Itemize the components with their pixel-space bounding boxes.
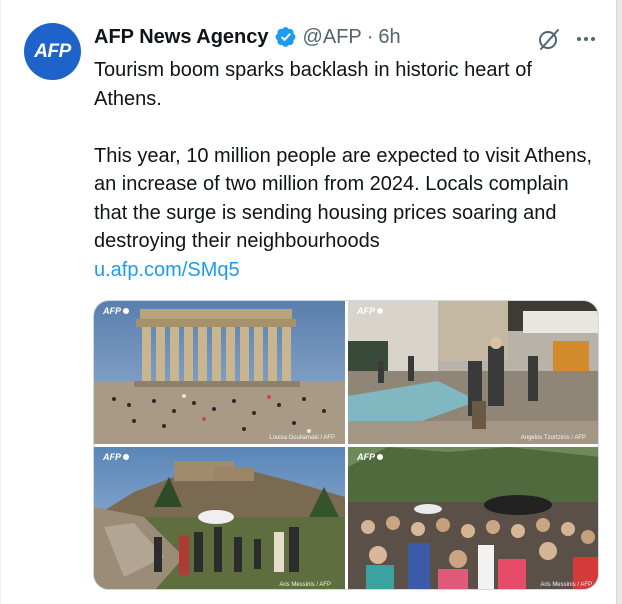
- tweet-link[interactable]: u.afp.com/SMq5: [94, 259, 240, 281]
- photo-credit: Angelos Tzortzinis / AFP: [520, 435, 586, 441]
- timeline-border: [0, 0, 1, 604]
- verified-badge-icon[interactable]: [275, 26, 297, 48]
- media-grid: AFP Louisa Gouliamaki / AFP AFP Angelos …: [93, 300, 599, 590]
- afp-watermark: AFP: [103, 452, 129, 462]
- photo-credit: Aris Messinis / AFP: [540, 582, 592, 588]
- tweet-text: Tourism boom sparks backlash in historic…: [94, 56, 604, 284]
- scrollbar[interactable]: [616, 0, 622, 604]
- media-image-acropolis-hill[interactable]: AFP Aris Messinis / AFP: [94, 447, 345, 589]
- tweet-body: This year, 10 million people are expecte…: [94, 144, 593, 253]
- media-image-parthenon[interactable]: AFP Louisa Gouliamaki / AFP: [94, 301, 345, 444]
- avatar[interactable]: AFP: [24, 23, 81, 80]
- more-options-icon[interactable]: [574, 27, 598, 51]
- tweet-timestamp[interactable]: 6h: [378, 26, 400, 49]
- tweet-headline: Tourism boom sparks backlash in historic…: [94, 59, 532, 110]
- afp-watermark: AFP: [357, 306, 383, 316]
- author-handle[interactable]: @AFP: [303, 26, 362, 49]
- media-image-street[interactable]: AFP Angelos Tzortzinis / AFP: [348, 301, 598, 444]
- afp-watermark: AFP: [357, 452, 383, 462]
- photo-credit: Louisa Gouliamaki / AFP: [269, 435, 335, 441]
- grok-icon[interactable]: [537, 27, 561, 51]
- tweet-header: AFP News Agency @AFP · 6h: [94, 23, 401, 51]
- media-image-crowd[interactable]: AFP Aris Messinis / AFP: [348, 447, 598, 589]
- author-name[interactable]: AFP News Agency: [94, 26, 269, 49]
- separator-dot: ·: [366, 25, 374, 48]
- photo-credit: Aris Messinis / AFP: [279, 582, 331, 588]
- avatar-logo-text: AFP: [34, 40, 71, 62]
- afp-watermark: AFP: [103, 306, 129, 316]
